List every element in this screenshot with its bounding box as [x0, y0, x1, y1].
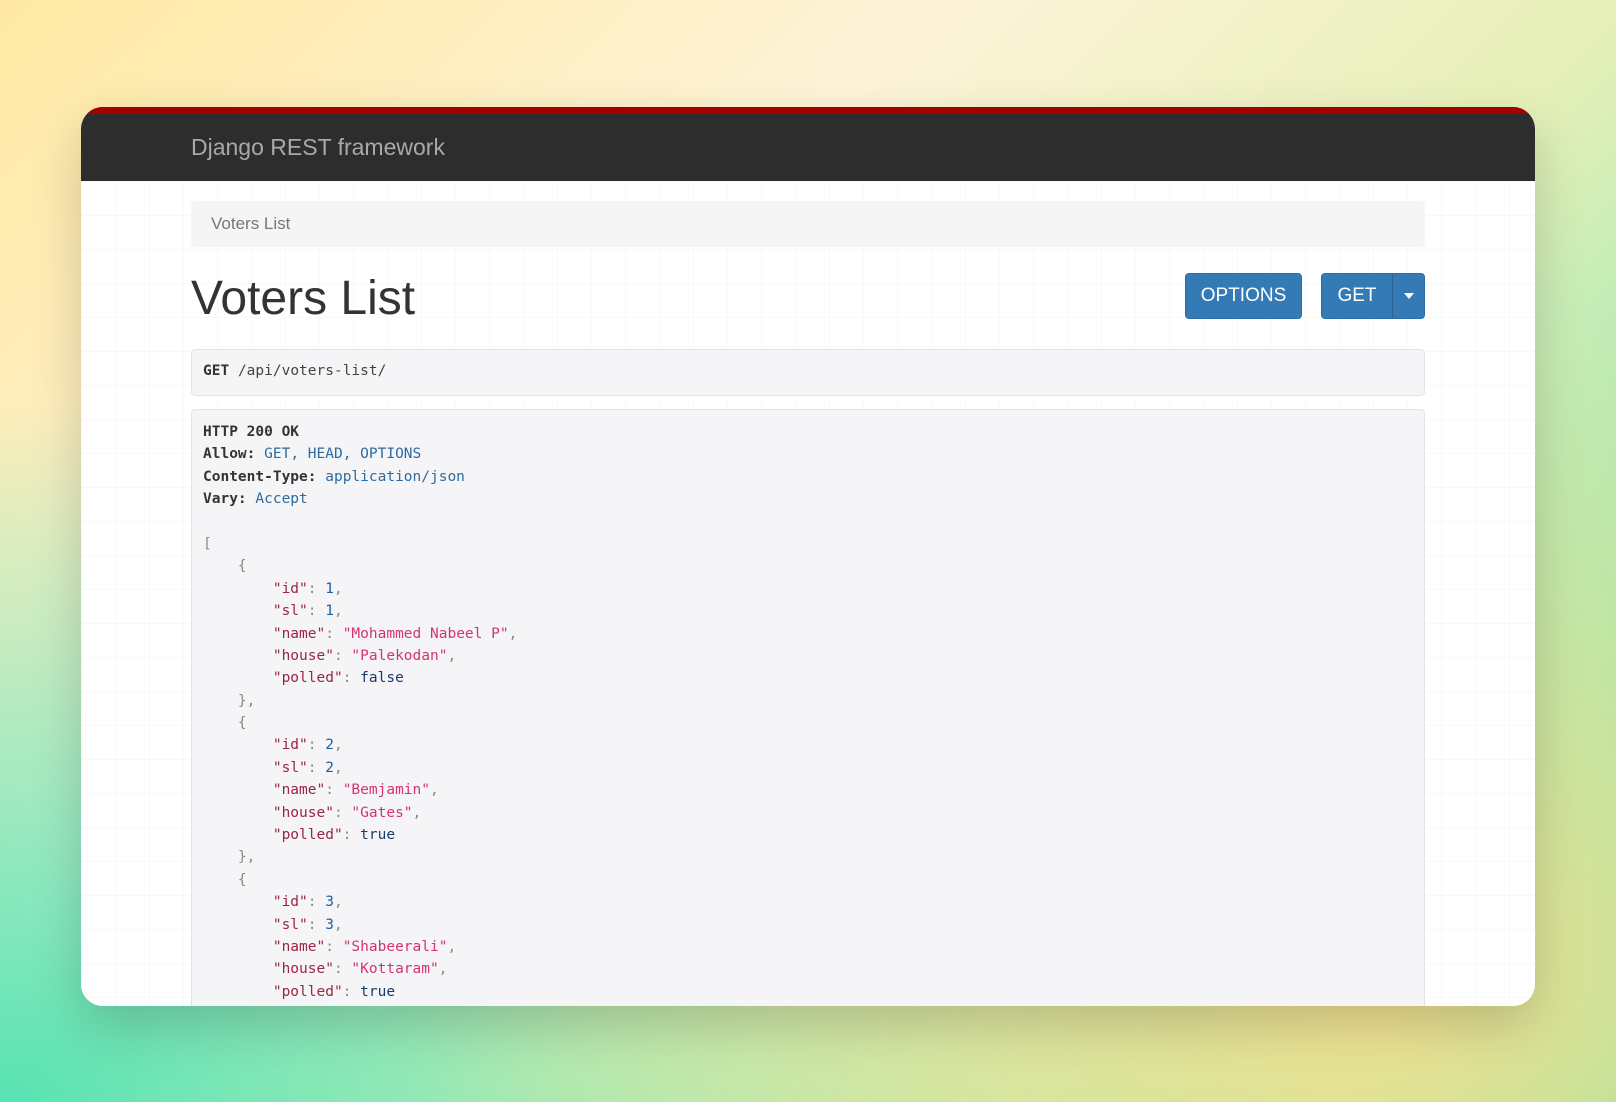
browser-window: Django REST framework Voters List Voters…	[81, 107, 1535, 1006]
json-field-id: "id": 1,	[272, 580, 343, 597]
request-path: /api/voters-list/	[237, 363, 387, 379]
json-field-sl: "sl": 2,	[272, 759, 343, 776]
get-button[interactable]: GET	[1321, 273, 1393, 319]
json-object-close: },	[237, 849, 256, 866]
json-field-polled: "polled": true	[272, 827, 396, 844]
json-object-open: {	[237, 871, 247, 888]
breadcrumb: Voters List	[191, 201, 1425, 247]
status-line: HTTP 200 OK	[203, 424, 300, 440]
request-method: GET	[203, 363, 230, 379]
json-field-sl: "sl": 1,	[272, 603, 343, 620]
page-title: Voters List	[191, 272, 416, 325]
json-field-polled: "polled": false	[272, 670, 404, 687]
json-object-open: {	[237, 558, 247, 575]
json-field-polled: "polled": true	[272, 983, 396, 1000]
header-allow: Allow: GET, HEAD, OPTIONS	[203, 446, 422, 463]
header-vary: Vary: Accept	[203, 491, 308, 508]
json-field-house: "house": "Palekodan",	[272, 647, 457, 664]
json-field-id: "id": 3,	[272, 894, 343, 911]
json-field-name: "name": "Mohammed Nabeel P",	[272, 625, 518, 642]
options-button[interactable]: OPTIONS	[1185, 273, 1302, 319]
json-object-open: {	[237, 715, 247, 732]
json-field-id: "id": 2,	[272, 737, 343, 754]
json-field-house: "house": "Gates",	[272, 804, 422, 821]
navbar-brand-link[interactable]: Django REST framework	[191, 134, 445, 161]
json-field-house: "house": "Kottaram",	[272, 961, 448, 978]
header-content-type: Content-Type: application/json	[203, 468, 465, 485]
request-info: GET /api/voters-list/	[191, 349, 1425, 396]
json-field-name: "name": "Shabeerali",	[272, 938, 457, 955]
json-field-sl: "sl": 3,	[272, 916, 343, 933]
get-format-dropdown-button[interactable]	[1392, 273, 1425, 319]
json-field-name: "name": "Bemjamin",	[272, 782, 439, 799]
json-object-close: },	[237, 692, 256, 709]
response-info: HTTP 200 OK Allow: GET, HEAD, OPTIONS Co…	[191, 409, 1425, 1006]
page-content: Voters List Voters List OPTIONS GET GET …	[81, 181, 1535, 1006]
breadcrumb-item-voters-list[interactable]: Voters List	[211, 214, 290, 233]
json-open-bracket: [	[203, 535, 212, 552]
caret-down-icon	[1403, 293, 1414, 299]
navbar: Django REST framework	[81, 107, 1535, 181]
